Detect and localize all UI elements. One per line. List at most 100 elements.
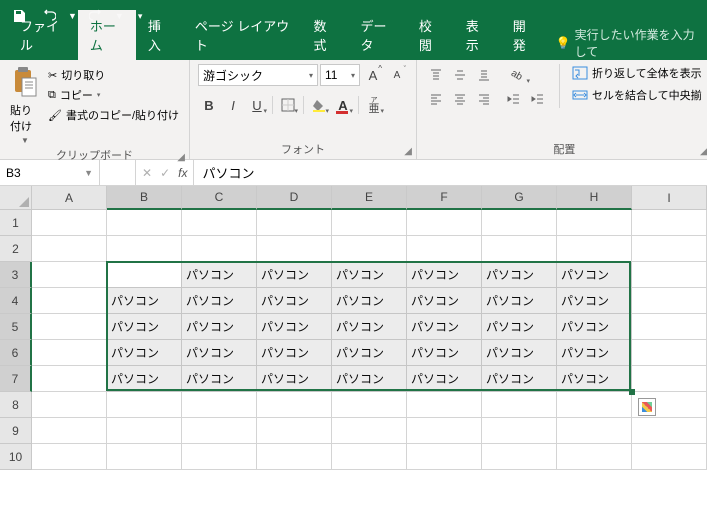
cell[interactable] (557, 392, 632, 418)
tell-me[interactable]: 💡 実行したい作業を入力して (548, 26, 707, 60)
row-header[interactable]: 3 (0, 262, 32, 288)
alignment-dialog-launcher[interactable]: ◢ (700, 146, 707, 157)
borders-button[interactable]: ▾ (277, 94, 299, 116)
cell[interactable]: パソコン (257, 340, 332, 366)
formula-input[interactable]: パソコン (194, 160, 707, 185)
cell[interactable]: パソコン (332, 288, 407, 314)
cell[interactable] (32, 418, 107, 444)
decrease-font-button[interactable]: Aˇ (386, 64, 408, 86)
fx-icon[interactable]: fx (178, 166, 187, 180)
cell[interactable] (632, 340, 707, 366)
cell[interactable] (557, 444, 632, 470)
cell[interactable]: パソコン (182, 340, 257, 366)
decrease-indent-button[interactable] (503, 88, 525, 110)
select-all-corner[interactable] (0, 186, 32, 210)
cell[interactable] (182, 210, 257, 236)
tab-developer[interactable]: 開発 (501, 10, 548, 60)
cell[interactable] (107, 236, 182, 262)
increase-indent-button[interactable] (527, 88, 549, 110)
cell[interactable] (482, 444, 557, 470)
clipboard-dialog-launcher[interactable]: ◢ (177, 152, 185, 163)
cell[interactable] (332, 210, 407, 236)
row-header[interactable]: 10 (0, 444, 32, 470)
bold-button[interactable]: B (198, 94, 220, 116)
cell[interactable] (557, 418, 632, 444)
cell[interactable] (182, 444, 257, 470)
cell[interactable]: パソコン (557, 366, 632, 392)
cell[interactable]: パソコン (557, 314, 632, 340)
fill-color-button[interactable]: ▾ (308, 94, 330, 116)
column-header[interactable]: B (107, 186, 182, 210)
cell[interactable]: パソコン (482, 288, 557, 314)
cell[interactable]: パソコン (257, 366, 332, 392)
cell[interactable]: パソコン (107, 288, 182, 314)
cell[interactable]: パソコン (482, 340, 557, 366)
cell[interactable]: パソコン (257, 262, 332, 288)
cell[interactable] (32, 366, 107, 392)
italic-button[interactable]: I (222, 94, 244, 116)
cell[interactable] (32, 210, 107, 236)
cell[interactable] (557, 236, 632, 262)
column-header[interactable]: C (182, 186, 257, 210)
cell[interactable]: パソコン (557, 340, 632, 366)
column-header[interactable]: G (482, 186, 557, 210)
cell[interactable] (32, 340, 107, 366)
cell[interactable] (182, 418, 257, 444)
cell[interactable]: パソコン (332, 314, 407, 340)
cell[interactable] (107, 210, 182, 236)
row-header[interactable]: 8 (0, 392, 32, 418)
cell[interactable]: パソコン (107, 366, 182, 392)
cell[interactable]: パソコン (182, 314, 257, 340)
row-header[interactable]: 6 (0, 340, 32, 366)
row-header[interactable]: 2 (0, 236, 32, 262)
cell[interactable]: パソコン (407, 314, 482, 340)
cell[interactable] (482, 236, 557, 262)
column-header[interactable]: H (557, 186, 632, 210)
cell[interactable]: パソコン (407, 340, 482, 366)
cell[interactable] (632, 262, 707, 288)
autofill-options-button[interactable] (638, 398, 656, 416)
cell[interactable]: パソコン (557, 262, 632, 288)
copy-button[interactable]: ⧉ コピー ▾ (46, 86, 181, 104)
cell[interactable] (32, 288, 107, 314)
cell[interactable] (407, 236, 482, 262)
cell[interactable]: パソコン (257, 288, 332, 314)
cell[interactable] (257, 392, 332, 418)
cell[interactable] (182, 392, 257, 418)
column-header[interactable]: D (257, 186, 332, 210)
cell[interactable] (107, 444, 182, 470)
cell[interactable] (482, 210, 557, 236)
cell[interactable]: パソコン (182, 262, 257, 288)
align-left-button[interactable] (425, 88, 447, 110)
cell[interactable]: パソコン (407, 366, 482, 392)
align-top-button[interactable] (425, 64, 447, 86)
cell[interactable] (632, 288, 707, 314)
cell[interactable] (407, 392, 482, 418)
cell[interactable]: パソコン (557, 288, 632, 314)
align-center-button[interactable] (449, 88, 471, 110)
wrap-text-button[interactable]: 折り返して全体を表示 (570, 64, 704, 82)
font-size-combo[interactable]: 11 ▾ (320, 64, 360, 86)
column-header[interactable]: A (32, 186, 107, 210)
increase-font-button[interactable]: A^ (362, 64, 384, 86)
font-name-combo[interactable]: 游ゴシック ▾ (198, 64, 318, 86)
phonetic-button[interactable]: ア 亜 ▾ (363, 94, 385, 116)
tab-formulas[interactable]: 数式 (302, 10, 349, 60)
row-header[interactable]: 9 (0, 418, 32, 444)
column-header[interactable]: E (332, 186, 407, 210)
row-header[interactable]: 4 (0, 288, 32, 314)
cell[interactable] (632, 210, 707, 236)
row-header[interactable]: 1 (0, 210, 32, 236)
cell[interactable] (32, 392, 107, 418)
cell[interactable] (332, 236, 407, 262)
cut-button[interactable]: ✂ 切り取り (46, 66, 181, 84)
align-right-button[interactable] (473, 88, 495, 110)
cell[interactable] (332, 444, 407, 470)
name-box[interactable]: B3 ▼ (0, 160, 100, 185)
cell[interactable]: パソコン (107, 262, 182, 288)
cell[interactable] (332, 392, 407, 418)
cell[interactable] (632, 314, 707, 340)
cell[interactable]: パソコン (332, 366, 407, 392)
cell[interactable] (32, 444, 107, 470)
merge-center-button[interactable]: セルを結合して中央揃 (570, 86, 704, 104)
